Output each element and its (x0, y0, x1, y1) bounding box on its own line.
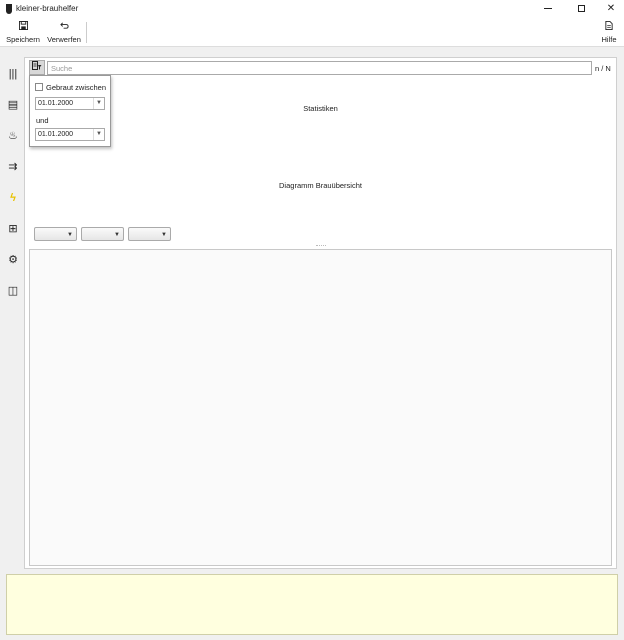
sidebar-item-new-brew[interactable]: ⊞ (6, 222, 20, 236)
minimize-icon (544, 7, 552, 9)
diagram-select-1[interactable]: ▼ (34, 227, 77, 241)
chevron-down-icon: ▼ (161, 232, 167, 238)
dashboard-icon: ◫ (7, 285, 19, 297)
sidebar-item-recipe[interactable]: ♨ (6, 129, 20, 143)
toolbar: Speichern Verwerfen Hilfe (0, 18, 624, 47)
status-panel (6, 574, 618, 635)
discard-label: Verwerfen (47, 35, 81, 44)
list-icon: ||| (8, 68, 18, 80)
lightning-icon: ϟ (10, 192, 16, 204)
help-label: Hilfe (601, 35, 617, 44)
date-from-field[interactable]: 01.01.2000 ▼ (35, 97, 105, 110)
add-brew-icon: ⊞ (8, 223, 18, 235)
chevron-down-icon: ▼ (67, 232, 73, 238)
newspaper-icon: ▤ (7, 99, 19, 111)
maximize-icon (577, 4, 585, 12)
filter-popup: Gebraut zwischen 01.01.2000 ▼ und 01.01.… (29, 75, 111, 147)
brewed-between-checkbox[interactable] (35, 83, 43, 91)
toolbar-separator (86, 22, 87, 43)
undo-arrow-icon (45, 21, 83, 33)
chevron-down-icon[interactable]: ▼ (93, 129, 104, 140)
diagram-area (29, 249, 612, 566)
flow-icon: ⇉ (8, 161, 18, 173)
title-bar: kleiner-brauhelfer ✕ (0, 0, 624, 18)
discard-button[interactable]: Verwerfen (45, 21, 83, 44)
sidebar-item-list[interactable]: ||| (6, 67, 20, 81)
sidebar-item-process[interactable]: ⇉ (6, 160, 20, 174)
diagram-select-2[interactable]: ▼ (81, 227, 124, 241)
floppy-icon (5, 21, 41, 33)
chevron-down-icon[interactable]: ▼ (93, 98, 104, 109)
filter-icon (32, 61, 42, 72)
sidebar-item-devices[interactable]: ◫ (6, 284, 20, 298)
chevron-down-icon: ▼ (114, 232, 120, 238)
date-to-value: 01.01.2000 (38, 131, 74, 138)
diagram-select-3[interactable]: ▼ (128, 227, 171, 241)
minimize-button[interactable] (533, 0, 563, 18)
close-icon: ✕ (606, 3, 616, 14)
and-label: und (36, 116, 49, 125)
save-button[interactable]: Speichern (5, 21, 41, 44)
splitter-handle[interactable] (316, 245, 326, 247)
help-button[interactable]: Hilfe (598, 21, 620, 44)
close-button[interactable]: ✕ (596, 0, 624, 18)
brewed-between-label[interactable]: Gebraut zwischen (46, 83, 106, 92)
date-from-value: 01.01.2000 (38, 100, 74, 107)
gear-icon: ⚙ (8, 254, 18, 266)
sidebar: ||| ▤ ♨ ⇉ ϟ ⊞ ⚙ ◫ (0, 47, 24, 569)
result-count: n / N (595, 64, 611, 73)
sidebar-item-statistics[interactable]: ϟ (6, 191, 20, 205)
filter-button[interactable] (29, 60, 45, 75)
search-input[interactable] (47, 61, 592, 75)
sidebar-item-settings[interactable]: ⚙ (6, 253, 20, 267)
recipe-icon: ♨ (8, 130, 18, 142)
sidebar-item-overview[interactable]: ▤ (6, 98, 20, 112)
app-logo-icon (6, 4, 12, 14)
save-label: Speichern (6, 35, 40, 44)
diagram-title: Diagramm Brauübersicht (279, 181, 362, 190)
maximize-button[interactable] (566, 0, 596, 18)
statistics-title: Statistiken (303, 104, 338, 113)
document-icon (598, 21, 620, 33)
date-to-field[interactable]: 01.01.2000 ▼ (35, 128, 105, 141)
window-title: kleiner-brauhelfer (16, 4, 79, 13)
